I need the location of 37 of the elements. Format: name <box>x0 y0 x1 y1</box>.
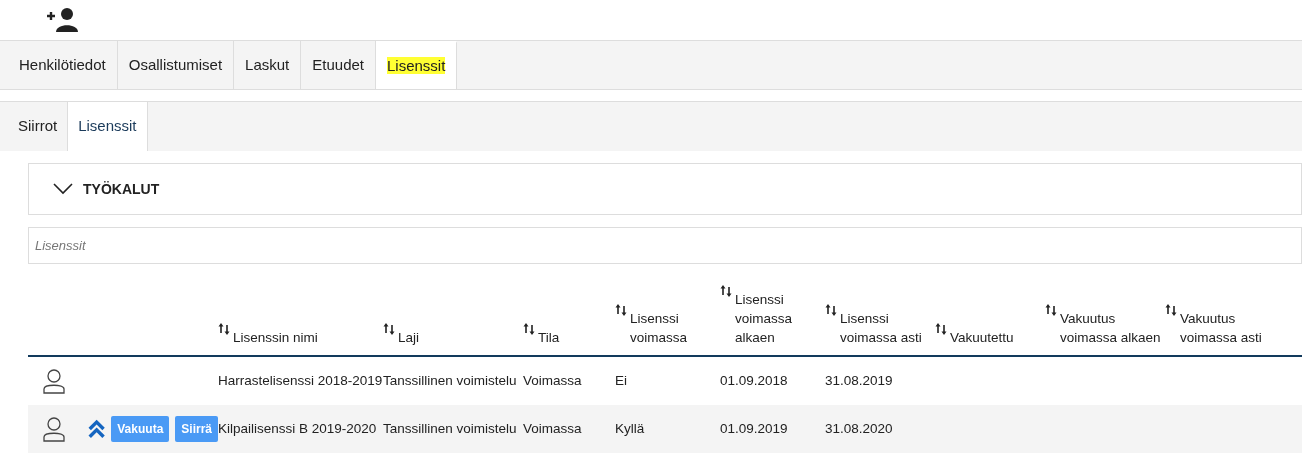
column-header[interactable]: Lisenssi voimassa <box>630 303 716 347</box>
column-header[interactable]: Lisenssi voimassa alkaen <box>735 284 821 347</box>
table-cell-text: Voimassa <box>523 419 583 438</box>
sort-icon <box>1165 303 1177 317</box>
table-cell-text: Tanssillinen voimistelu <box>383 419 518 438</box>
user-icon <box>42 368 66 394</box>
user-icon <box>42 416 66 442</box>
tools-panel-header[interactable]: TYÖKALUT <box>28 163 1302 215</box>
sort-icon <box>825 303 837 317</box>
table-cell-text: Harrastelisenssi 2018-2019 <box>218 371 383 390</box>
add-user-icon[interactable] <box>45 7 79 33</box>
table-cell-text: Voimassa <box>523 371 583 390</box>
sort-icon <box>523 322 535 336</box>
sort-icon <box>720 284 732 298</box>
column-header[interactable]: Lisenssi voimassa asti <box>840 303 931 347</box>
column-header[interactable]: Tila <box>538 322 560 347</box>
sort-icon <box>383 322 395 336</box>
sort-icon <box>935 322 947 336</box>
subtab[interactable]: Lisenssit <box>68 102 148 151</box>
table-cell-text: 31.08.2019 <box>825 371 894 390</box>
column-header[interactable]: Vakuutettu <box>950 322 1014 347</box>
column-header[interactable]: Vakuutus voimassa alkaen <box>1060 303 1161 347</box>
table-cell-text: Ei <box>615 371 628 390</box>
table-cell-text: Tanssillinen voimistelu <box>383 371 518 390</box>
chevron-icon <box>53 183 73 195</box>
search-field[interactable]: Lisenssit <box>28 227 1302 264</box>
column-header[interactable]: Lisenssin nimi <box>233 322 318 347</box>
sort-icon <box>218 322 230 336</box>
column-header[interactable]: Vakuutus voimassa asti <box>1180 303 1271 347</box>
table-cell-text: 31.08.2020 <box>825 419 894 438</box>
table-cell-text: Kilpailisenssi B 2019-2020 <box>218 419 378 438</box>
table-cell-text: 01.09.2018 <box>720 371 789 390</box>
sort-icon <box>1045 303 1057 317</box>
table-cell-text: 01.09.2019 <box>720 419 789 438</box>
table-cell-text: Kyllä <box>615 419 646 438</box>
sort-icon <box>615 303 627 317</box>
column-header[interactable]: Laji <box>398 322 419 347</box>
